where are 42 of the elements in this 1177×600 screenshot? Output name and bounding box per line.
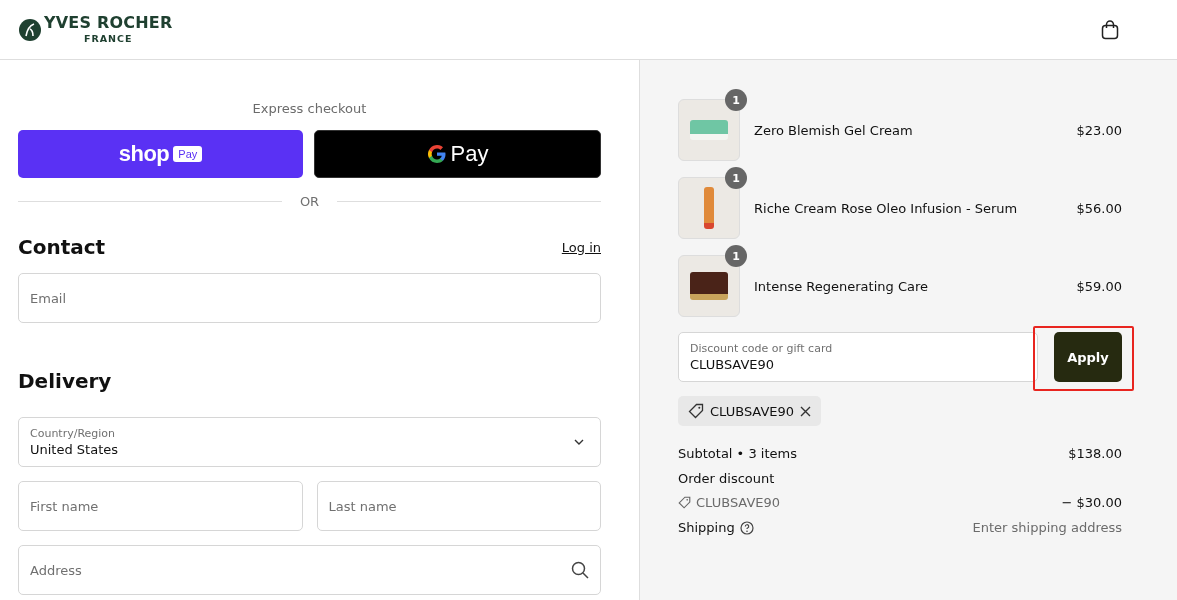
applied-code-tag: CLUBSAVE90: [678, 396, 822, 426]
country-select[interactable]: Country/Region United States: [18, 417, 601, 467]
logo-icon: [18, 17, 42, 42]
contact-heading: Contact: [18, 235, 106, 259]
product-name: Riche Cream Rose Oleo Infusion - Serum: [754, 200, 1019, 216]
subtotal-amount: $138.00: [1068, 446, 1122, 461]
order-discount-label: Order discount: [678, 471, 775, 486]
help-icon[interactable]: [739, 520, 754, 535]
brand-country: FRANCE: [83, 34, 133, 44]
quantity-badge: 1: [725, 167, 747, 189]
product-price: $59.00: [1076, 278, 1122, 294]
apply-button[interactable]: Apply: [1054, 332, 1122, 382]
search-icon: [571, 561, 589, 579]
express-checkout-title: Express checkout: [251, 101, 368, 116]
discount-code-label: CLUBSAVE90: [696, 495, 781, 510]
product-price: $23.00: [1076, 122, 1122, 138]
address-field[interactable]: Address: [18, 545, 601, 595]
delivery-heading: Delivery: [18, 369, 113, 393]
shipping-value: Enter shipping address: [972, 520, 1122, 535]
google-pay-button[interactable]: Pay: [314, 130, 601, 178]
tag-icon: [688, 403, 704, 419]
discount-amount: − $30.00: [1061, 495, 1122, 510]
quantity-badge: 1: [725, 245, 747, 267]
product-name: Intense Regenerating Care: [754, 278, 929, 294]
subtotal-label: Subtotal • 3 items: [678, 446, 797, 461]
google-g-icon: [426, 144, 447, 164]
email-field[interactable]: Email: [18, 273, 601, 323]
tag-icon: [678, 496, 691, 509]
chevron-down-icon: [574, 439, 584, 445]
last-name-field[interactable]: Last name: [316, 481, 601, 531]
quantity-badge: 1: [725, 89, 747, 111]
close-icon[interactable]: [800, 405, 812, 417]
log-in-link[interactable]: Log in: [561, 239, 601, 255]
shop-pay-button[interactable]: shop Pay: [18, 130, 303, 178]
first-name-field[interactable]: First name: [18, 481, 303, 531]
shipping-label: Shipping: [678, 520, 735, 535]
product-name: Zero Blemish Gel Cream: [754, 122, 914, 138]
discount-code-field[interactable]: Discount code or gift card CLUBSAVE90: [678, 332, 1038, 382]
shopping-bag-icon[interactable]: [1101, 19, 1119, 40]
or-divider-text: OR: [299, 194, 320, 209]
brand-name: YVES ROCHER: [44, 15, 173, 32]
product-price: $56.00: [1076, 200, 1122, 216]
